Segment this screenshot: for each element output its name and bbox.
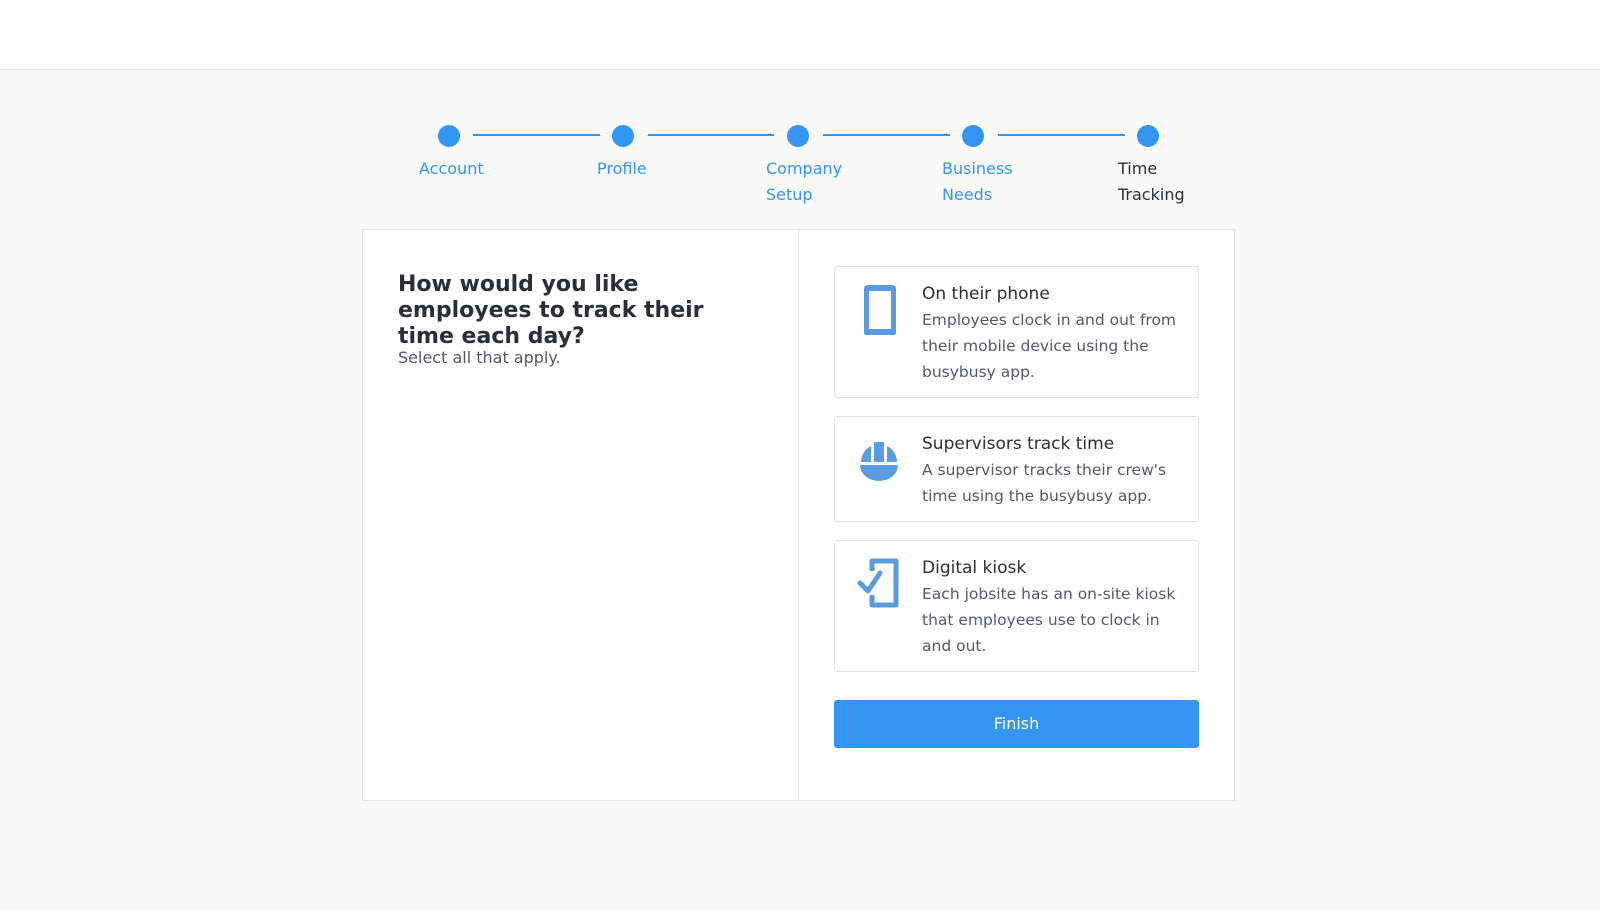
step-label-company-setup[interactable]: Company Setup: [766, 156, 842, 208]
step-connector: [823, 134, 950, 136]
option-title: Supervisors track time: [922, 434, 1115, 454]
step-dot-time-tracking: [1137, 125, 1159, 147]
option-description: Each jobsite has an on-site kiosk that e…: [922, 585, 1176, 655]
option-digital-kiosk[interactable]: Digital kiosk Each jobsite has an on-sit…: [834, 540, 1199, 672]
step-dot-company-setup[interactable]: [787, 125, 809, 147]
option-description: Employees clock in and out from their mo…: [922, 311, 1177, 381]
step-dot-business-needs[interactable]: [962, 125, 984, 147]
step-connector: [998, 134, 1125, 136]
option-title: Digital kiosk: [922, 558, 1027, 578]
phone-icon: [859, 283, 899, 336]
hard-hat-icon: [859, 441, 899, 493]
step-dot-account[interactable]: [438, 125, 460, 147]
finish-button[interactable]: Finish: [834, 700, 1199, 748]
option-description: A supervisor tracks their crew's time us…: [922, 461, 1167, 505]
step-label-time-tracking: Time Tracking: [1118, 159, 1185, 204]
step-connector: [648, 134, 774, 136]
step-label-business-needs[interactable]: Business Needs: [942, 156, 1013, 208]
select-hint: Select all that apply.: [398, 348, 561, 367]
question-heading: How would you like employees to track th…: [398, 272, 704, 349]
progress-stepper: Account Profile Company Setup Business N…: [0, 0, 1600, 220]
option-title: On their phone: [922, 284, 1050, 304]
step-label-profile[interactable]: Profile: [597, 156, 647, 182]
onboarding-card: How would you like employees to track th…: [362, 229, 1235, 801]
card-divider: [798, 230, 799, 800]
step-connector: [473, 134, 600, 136]
option-supervisors-track-time[interactable]: Supervisors track time A supervisor trac…: [834, 416, 1199, 522]
option-on-their-phone[interactable]: On their phone Employees clock in and ou…: [834, 266, 1199, 398]
step-label-account[interactable]: Account: [419, 156, 484, 182]
kiosk-check-icon: [857, 557, 899, 609]
step-dot-profile[interactable]: [612, 125, 634, 147]
